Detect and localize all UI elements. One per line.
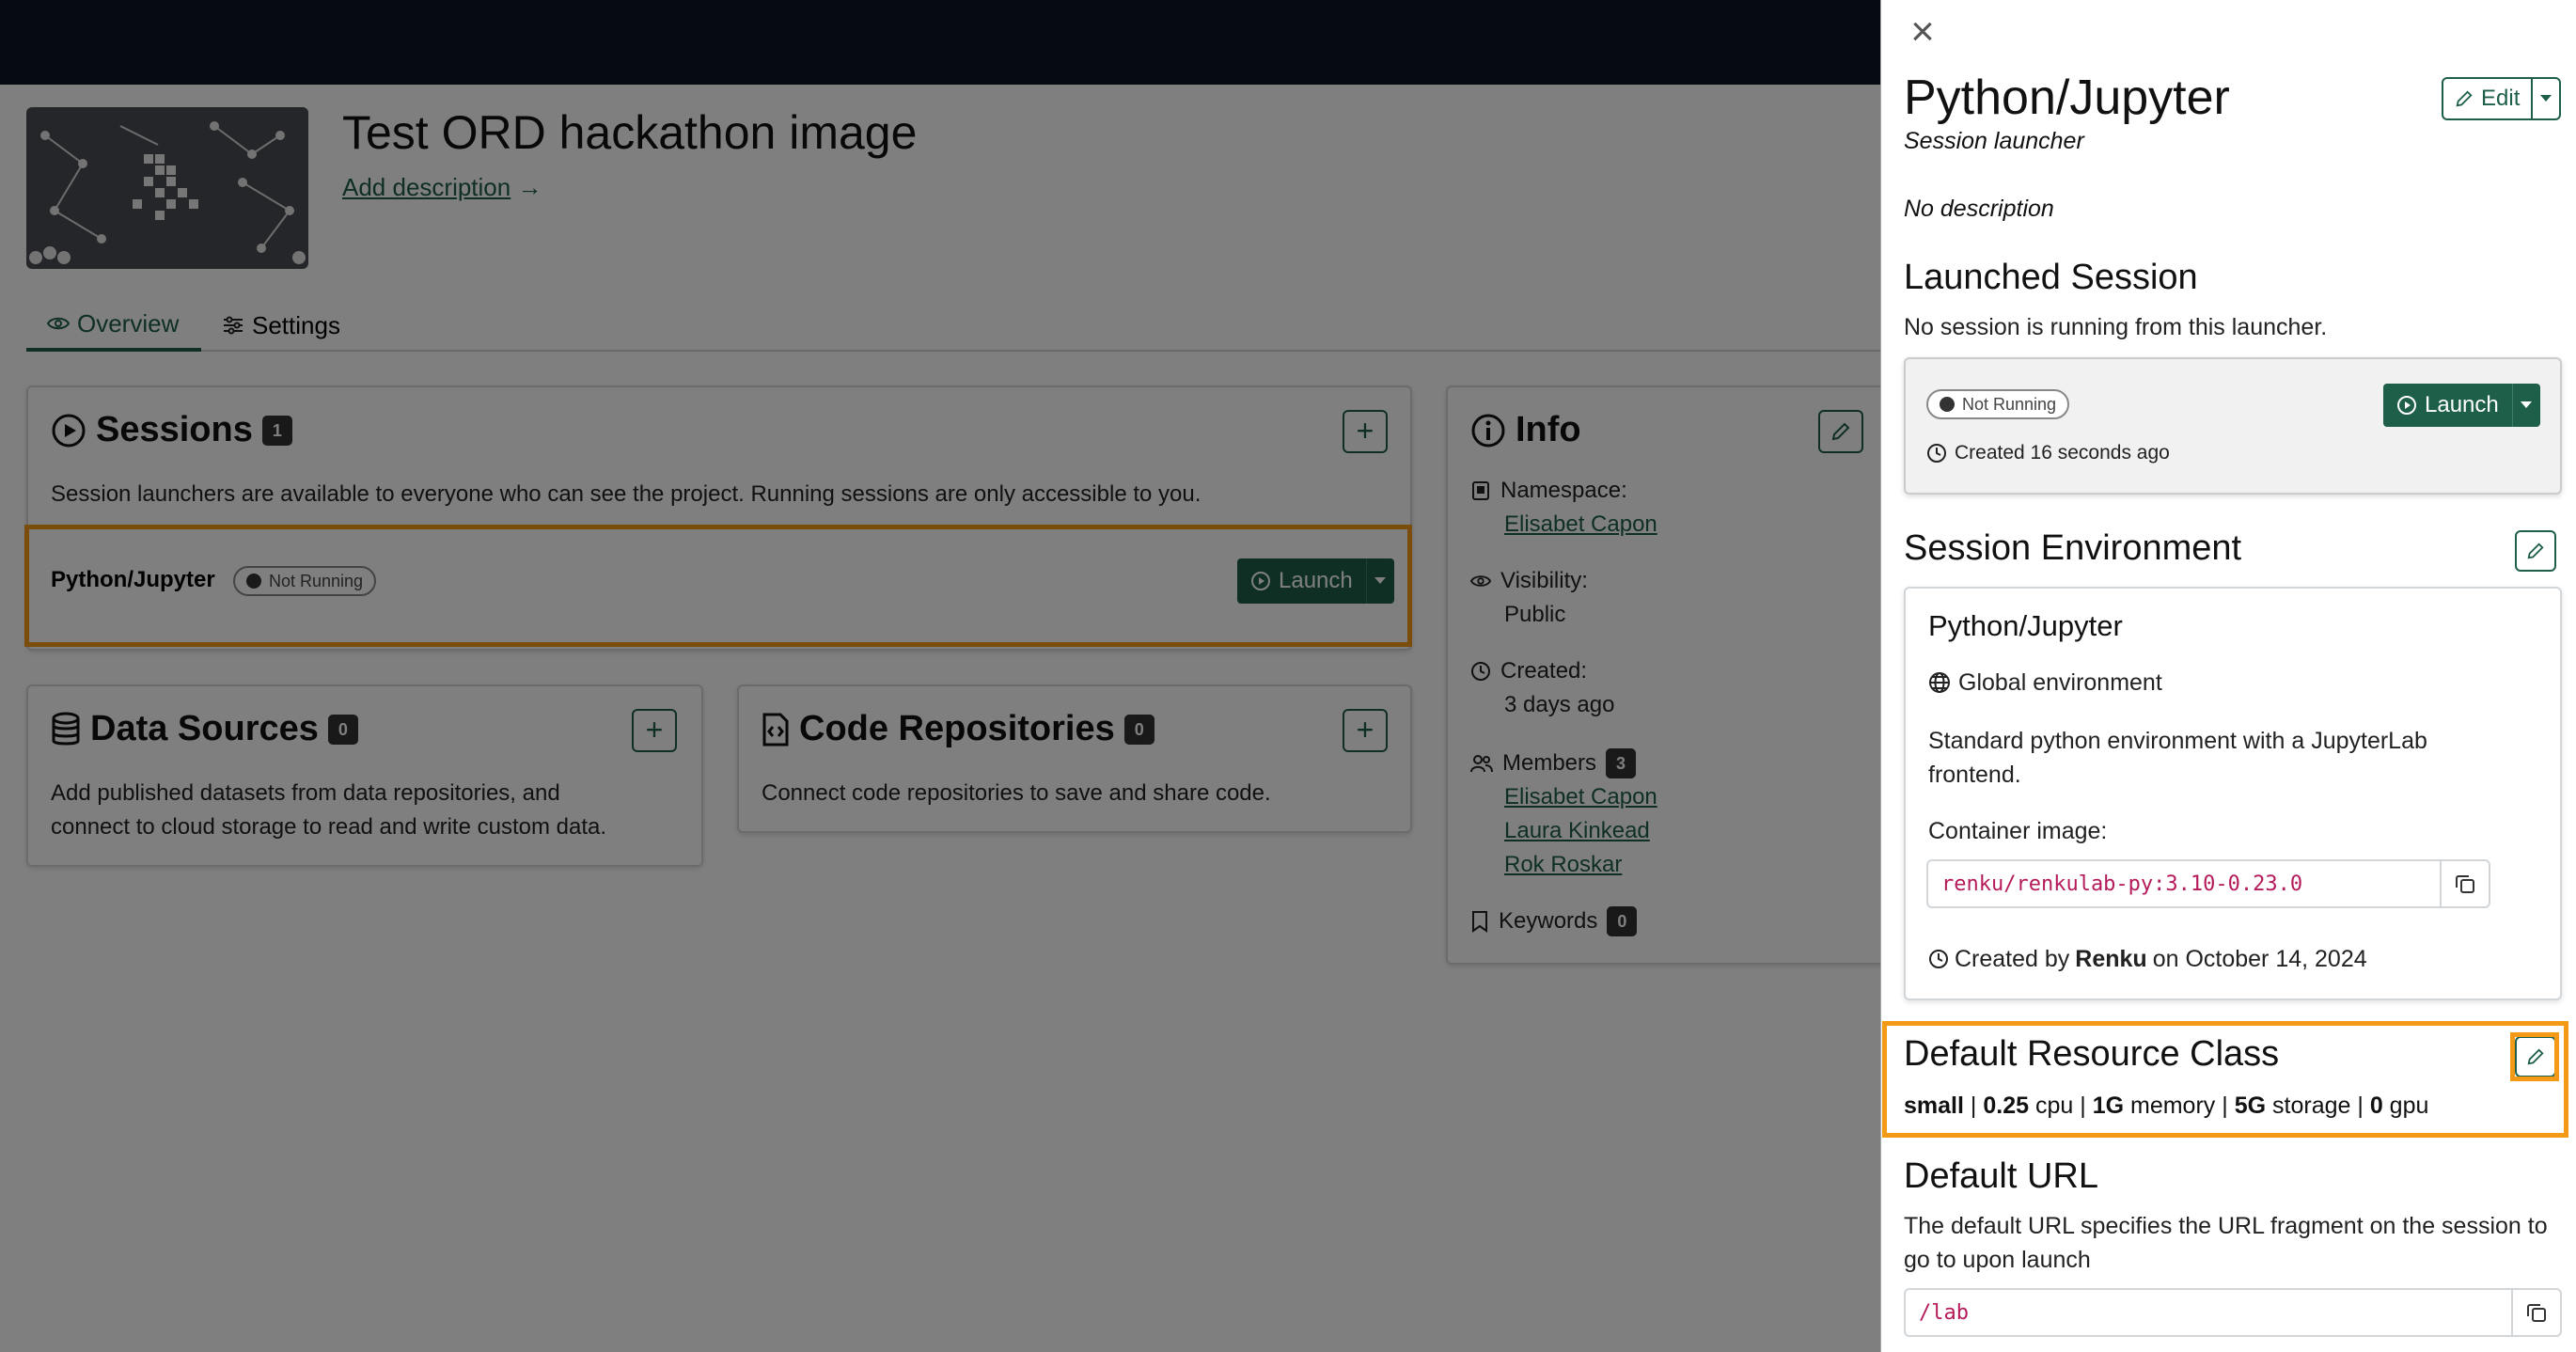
pencil-icon [2456,90,2473,107]
environment-scope: Global environment [1928,666,2162,700]
clock-icon [1927,444,1946,463]
pencil-icon [2527,542,2544,559]
globe-icon [1929,672,1950,693]
environment-description-line2: frontend. [1928,762,2021,788]
status-dot-icon [1940,397,1955,412]
environment-created-by: Renku [2075,946,2147,972]
session-created-text: Created 16 seconds ago [1955,442,2170,464]
copy-default-url-button[interactable] [2511,1290,2560,1335]
session-created-info: Created 16 seconds ago [1926,442,2170,464]
default-url-text-line1: The default URL specifies the URL fragme… [1904,1213,2548,1239]
panel-description: No description [1904,196,2054,222]
default-url-value[interactable]: /lab [1906,1301,2511,1325]
edit-environment-button[interactable] [2515,530,2556,572]
clock-icon [1929,950,1948,968]
copy-container-image-button[interactable] [2440,861,2489,906]
close-icon[interactable]: × [1904,11,1941,53]
status-badge-label: Not Running [1962,394,2057,414]
container-image-value[interactable]: renku/renkulab-py:3.10-0.23.0 [1928,873,2440,896]
resource-edit-highlight [2510,1032,2559,1081]
default-url-text-line2: go to upon launch [1904,1247,2091,1273]
environment-description-line1: Standard python environment with a Jupyt… [1928,728,2427,754]
default-url-field[interactable]: /lab [1904,1288,2562,1337]
default-url-heading: Default URL [1904,1156,2098,1196]
edit-launcher-button[interactable]: Edit [2442,77,2562,120]
container-image-field[interactable]: renku/renkulab-py:3.10-0.23.0 [1926,859,2490,908]
play-circle-icon [2397,396,2416,415]
environment-created-prefix: Created by [1955,946,2070,972]
edit-launcher-main[interactable]: Edit [2443,79,2531,118]
caret-down-icon [2521,401,2533,408]
session-launcher-panel: × Python/Jupyter Edit Session launcher N… [1880,0,2576,1352]
launch-button[interactable]: Launch [2383,384,2540,427]
copy-icon [2456,875,2474,893]
environment-created-suffix: on October 14, 2024 [2152,946,2367,972]
resource-class-highlight [1882,1021,2568,1138]
environment-scope-label: Global environment [1958,669,2162,696]
edit-launcher-label: Edit [2481,86,2521,111]
container-image-label: Container image: [1928,818,2108,844]
edit-options-toggle[interactable] [2531,79,2559,118]
modal-backdrop[interactable] [0,0,1880,1352]
environment-name: Python/Jupyter [1928,609,2123,642]
copy-icon [2527,1304,2546,1322]
launch-button-main[interactable]: Launch [2383,384,2512,427]
panel-subtitle: Session launcher [1904,128,2084,154]
status-badge: Not Running [1926,389,2070,419]
launched-session-text: No session is running from this launcher… [1904,314,2328,340]
launch-button-label: Launch [2425,392,2499,417]
environment-card [1904,587,2562,1000]
environment-created-info: Created by Renku on October 14, 2024 [1928,942,2367,976]
launched-session-heading: Launched Session [1904,258,2198,297]
session-environment-heading: Session Environment [1904,528,2242,568]
launch-options-toggle[interactable] [2511,384,2540,427]
panel-title: Python/Jupyter [1904,71,2230,125]
caret-down-icon [2540,95,2552,102]
